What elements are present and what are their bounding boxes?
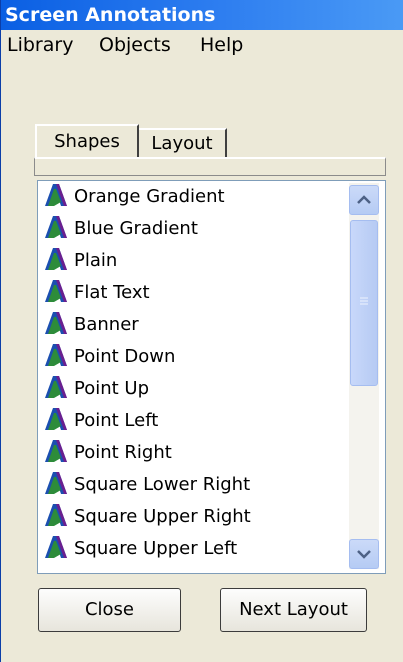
close-button[interactable]: Close	[38, 588, 181, 632]
list-item-label: Point Down	[74, 346, 176, 367]
list-item-label: Blue Gradient	[74, 218, 198, 239]
menu-objects[interactable]: Objects	[99, 30, 171, 60]
shape-a-icon	[43, 406, 69, 432]
scroll-up-button[interactable]	[349, 185, 379, 215]
list-item[interactable]: Orange Gradient	[43, 181, 225, 213]
list-item[interactable]: Blue Gradient	[43, 213, 198, 245]
list-item[interactable]: Square Upper Left	[43, 533, 237, 565]
tab-panel-strip	[34, 157, 386, 176]
menu-library[interactable]: Library	[7, 30, 73, 60]
tab-shapes[interactable]: Shapes	[35, 124, 139, 158]
shape-a-icon	[43, 374, 69, 400]
list-item-label: Point Up	[74, 378, 150, 399]
list-item-label: Point Right	[74, 442, 172, 463]
shape-a-icon	[43, 214, 69, 240]
screen-annotations-window: Screen Annotations Library Objects Help …	[0, 0, 403, 662]
chevron-down-icon	[357, 550, 371, 559]
window-title: Screen Annotations	[1, 0, 403, 30]
list-item[interactable]: Banner	[43, 309, 139, 341]
chevron-up-icon	[357, 195, 371, 204]
list-item-label: Orange Gradient	[74, 186, 225, 207]
list-item[interactable]: Square Lower Right	[43, 469, 250, 501]
list-item[interactable]: Square Upper Right	[43, 501, 251, 533]
list-item-label: Square Upper Right	[74, 506, 251, 527]
shape-a-icon	[43, 502, 69, 528]
list-item-label: Plain	[74, 250, 118, 271]
shape-a-icon	[43, 470, 69, 496]
shape-a-icon	[43, 438, 69, 464]
shape-a-icon	[43, 310, 69, 336]
list-scrollbar[interactable]	[349, 183, 379, 569]
shape-a-icon	[43, 246, 69, 272]
list-item-label: Point Left	[74, 410, 159, 431]
menu-bar: Library Objects Help	[1, 30, 403, 60]
shape-a-icon	[43, 278, 69, 304]
list-item-label: Banner	[74, 314, 139, 335]
shape-a-icon	[43, 342, 69, 368]
list-item-label: Square Lower Right	[74, 474, 251, 495]
list-item[interactable]: Point Up	[43, 373, 149, 405]
tab-layout[interactable]: Layout	[139, 128, 227, 158]
scroll-down-button[interactable]	[349, 539, 379, 569]
list-item[interactable]: Point Left	[43, 405, 158, 437]
next-layout-button[interactable]: Next Layout	[220, 588, 367, 632]
menu-help[interactable]: Help	[200, 30, 243, 60]
grip-icon	[360, 297, 368, 305]
list-item[interactable]: Point Right	[43, 437, 172, 469]
shape-a-icon	[43, 182, 69, 208]
list-item[interactable]: Flat Text	[43, 277, 150, 309]
scroll-thumb[interactable]	[350, 220, 378, 386]
list-item[interactable]: Plain	[43, 245, 117, 277]
list-item-label: Square Upper Left	[74, 538, 238, 559]
list-item-label: Flat Text	[74, 282, 150, 303]
list-item[interactable]: Point Down	[43, 341, 175, 373]
shapes-list[interactable]: Orange Gradient Blue Gradient Plain Flat Te…	[37, 180, 386, 574]
shape-a-icon	[43, 534, 69, 560]
